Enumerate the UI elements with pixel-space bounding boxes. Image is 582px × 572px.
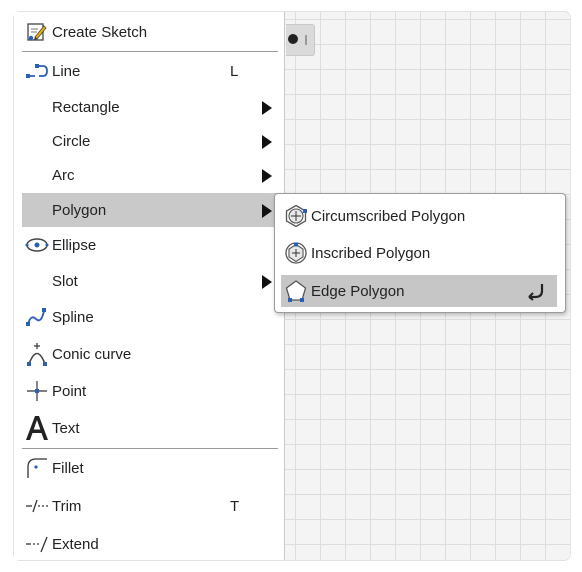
circumscribed-polygon-icon: [281, 200, 311, 232]
create-menu: Create Sketch Line L Rectangle Circle Ar…: [14, 12, 285, 560]
menu-item-rectangle[interactable]: Rectangle: [22, 90, 284, 124]
submenu-arrow-icon: [262, 101, 272, 115]
edge-polygon-icon: [281, 275, 311, 307]
menu-item-label: Extend: [52, 535, 99, 553]
inscribed-polygon-icon: [281, 237, 311, 269]
spline-icon: [22, 300, 52, 334]
record-dot-icon: [288, 34, 298, 44]
shortcut-label: L: [230, 62, 239, 80]
conic-curve-icon: [22, 337, 52, 371]
submenu-item-circumscribed-polygon[interactable]: Circumscribed Polygon: [281, 200, 557, 232]
menu-item-label: Polygon: [52, 201, 107, 219]
menu-item-label: Conic curve: [52, 345, 132, 363]
submenu-item-label: Edge Polygon: [311, 282, 405, 300]
menu-item-fillet[interactable]: Fillet: [22, 451, 284, 485]
menu-separator: [22, 448, 278, 449]
menu-item-arc[interactable]: Arc: [22, 158, 284, 192]
polygon-submenu: Circumscribed Polygon Inscribed Polygon …: [274, 193, 566, 313]
line-icon: [22, 54, 52, 88]
repeat-hook-icon: [527, 281, 547, 305]
create-sketch-label: Create Sketch: [52, 23, 148, 41]
submenu-item-edge-polygon[interactable]: Edge Polygon: [281, 275, 557, 307]
submenu-item-label: Inscribed Polygon: [311, 244, 431, 262]
ellipse-icon: [22, 228, 52, 262]
menu-item-line[interactable]: Line L: [22, 54, 284, 88]
menu-item-label: Spline: [52, 308, 94, 326]
menu-item-label: Fillet: [52, 459, 84, 477]
menu-item-polygon[interactable]: Polygon: [22, 193, 284, 227]
create-sketch-icon: [22, 15, 52, 49]
menu-item-label: Arc: [52, 166, 75, 184]
menu-item-slot[interactable]: Slot: [22, 264, 284, 298]
submenu-arrow-icon: [262, 169, 272, 183]
extend-icon: [22, 527, 52, 561]
menu-item-extend[interactable]: Extend: [22, 527, 284, 561]
menu-item-label: Point: [52, 382, 87, 400]
menu-item-spline[interactable]: Spline: [22, 300, 284, 334]
menu-item-ellipse[interactable]: Ellipse: [22, 228, 284, 262]
menu-separator: [22, 51, 278, 52]
menu-item-label: Ellipse: [52, 236, 97, 254]
submenu-arrow-icon: [262, 204, 272, 218]
submenu-arrow-icon: [262, 275, 272, 289]
menu-item-conic-curve[interactable]: Conic curve: [22, 337, 284, 371]
menu-item-label: Line: [52, 62, 81, 80]
submenu-arrow-icon: [262, 135, 272, 149]
trim-icon: [22, 489, 52, 523]
menu-item-label: Trim: [52, 497, 82, 515]
divider: [305, 35, 307, 45]
fillet-icon: [22, 451, 52, 485]
submenu-item-inscribed-polygon[interactable]: Inscribed Polygon: [281, 237, 557, 269]
menu-item-label: Slot: [52, 272, 78, 290]
create-sketch-item[interactable]: Create Sketch: [22, 15, 284, 49]
menu-item-circle[interactable]: Circle: [22, 124, 284, 158]
submenu-item-label: Circumscribed Polygon: [311, 207, 466, 225]
shortcut-label: T: [230, 497, 240, 515]
point-icon: [22, 374, 52, 408]
canvas-toolbar-tab[interactable]: [286, 24, 315, 56]
menu-item-trim[interactable]: Trim T: [22, 489, 284, 523]
menu-item-point[interactable]: Point: [22, 374, 284, 408]
menu-item-text[interactable]: Text: [22, 411, 284, 445]
text-icon: [22, 411, 52, 445]
menu-item-label: Rectangle: [52, 98, 120, 116]
menu-item-label: Circle: [52, 132, 91, 150]
menu-item-label: Text: [52, 419, 80, 437]
